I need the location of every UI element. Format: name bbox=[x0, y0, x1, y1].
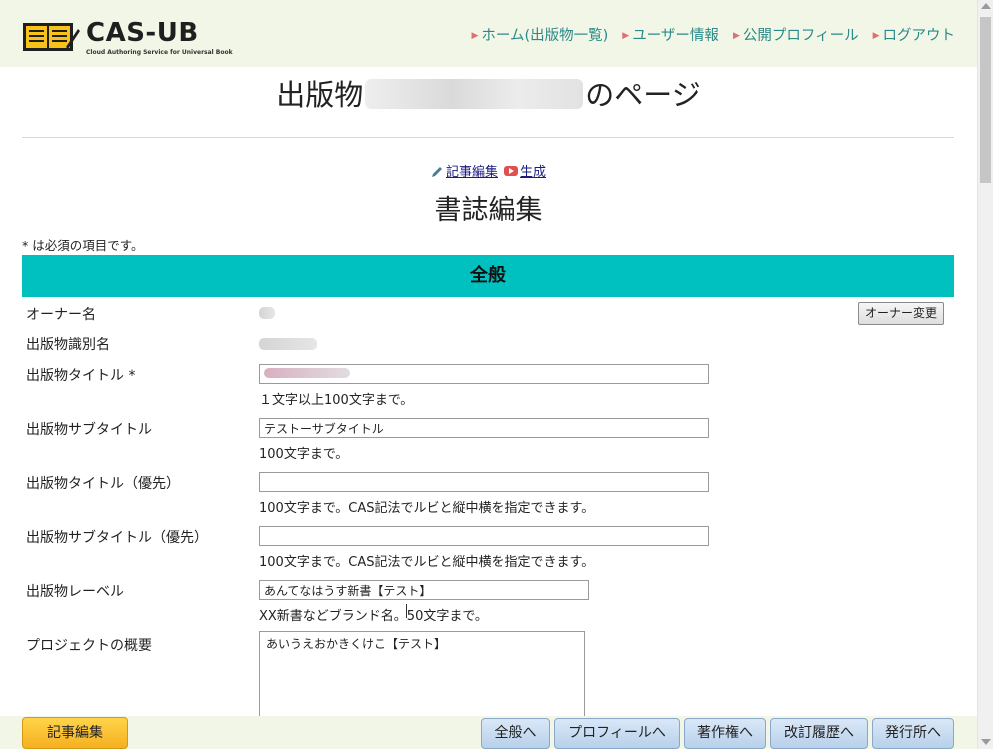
scroll-thumb[interactable] bbox=[980, 17, 991, 183]
jump-publisher-button[interactable]: 発行所へ bbox=[872, 718, 954, 749]
cas-ub-logo[interactable]: CAS-UB Cloud Authoring Service for Unive… bbox=[22, 18, 233, 58]
text-cursor-icon bbox=[406, 604, 408, 618]
general-section-header: 全般 bbox=[22, 255, 954, 297]
jump-general-button[interactable]: 全般へ bbox=[481, 718, 550, 749]
triangle-right-icon: ▶ bbox=[622, 31, 630, 41]
logo-text: CAS-UB bbox=[86, 18, 199, 48]
pencil-icon bbox=[431, 167, 442, 177]
title-hint: １文字以上100文字まで。 bbox=[259, 393, 414, 408]
section-title: 書誌編集 bbox=[434, 195, 543, 226]
subtitle-hint: 100文字まで。 bbox=[259, 447, 349, 462]
nav-logout[interactable]: ▶ ログアウト bbox=[873, 24, 955, 45]
edit-articles-button[interactable]: 記事編集 bbox=[22, 717, 128, 749]
divider bbox=[22, 137, 954, 138]
title-priority-input[interactable] bbox=[259, 472, 709, 492]
publication-label-label: 出版物レーベル bbox=[26, 584, 124, 600]
subtitle-priority-input[interactable] bbox=[259, 526, 709, 546]
vertical-scrollbar[interactable] bbox=[977, 0, 993, 749]
nav-user-info[interactable]: ▶ ユーザー情報 bbox=[622, 24, 719, 45]
nav-user-info-label: ユーザー情報 bbox=[632, 28, 719, 44]
identifier-label: 出版物識別名 bbox=[26, 337, 110, 353]
subtitle-input[interactable]: テストーサブタイトル bbox=[259, 418, 709, 438]
redacted-identifier-value bbox=[259, 338, 317, 350]
title-priority-label: 出版物タイトル（優先） bbox=[26, 476, 180, 492]
nav-public-profile-label: 公開プロフィール bbox=[742, 28, 859, 44]
scroll-down-arrow-icon[interactable] bbox=[981, 739, 991, 745]
title-priority-hint: 100文字まで。CAS記法でルビと縦中横を指定できます。 bbox=[259, 501, 595, 516]
page-title-prefix: 出版物 bbox=[276, 78, 364, 112]
scroll-up-arrow-icon[interactable] bbox=[981, 3, 991, 9]
nav-logout-label: ログアウト bbox=[882, 28, 956, 44]
book-logo-icon bbox=[23, 23, 80, 51]
footer-bar: 記事編集 全般へ プロフィールへ 著作権へ 改訂履歴へ 発行所へ bbox=[0, 716, 977, 749]
redacted-publication-name bbox=[365, 79, 584, 109]
jump-revision-history-button[interactable]: 改訂履歴へ bbox=[770, 718, 868, 749]
page-actions: 記事編集 生成 bbox=[0, 161, 977, 180]
change-owner-button[interactable]: オーナー変更 bbox=[858, 302, 944, 325]
nav-home[interactable]: ▶ ホーム(出版物一覧) bbox=[471, 24, 608, 45]
edit-articles-link[interactable]: 記事編集 bbox=[446, 165, 498, 180]
youtube-icon bbox=[504, 166, 518, 176]
nav-home-label: ホーム(出版物一覧) bbox=[481, 28, 609, 44]
jump-copyright-button[interactable]: 著作権へ bbox=[684, 718, 766, 749]
summary-label: プロジェクトの概要 bbox=[26, 638, 152, 654]
required-note: * は必須の項目です。 bbox=[22, 238, 144, 253]
top-nav: ▶ ホーム(出版物一覧) ▶ ユーザー情報 ▶ 公開プロフィール ▶ ログアウト bbox=[471, 24, 955, 45]
nav-public-profile[interactable]: ▶ 公開プロフィール bbox=[733, 24, 859, 45]
triangle-right-icon: ▶ bbox=[471, 31, 479, 41]
site-header: CAS-UB Cloud Authoring Service for Unive… bbox=[0, 0, 977, 67]
redacted-owner-value bbox=[259, 307, 275, 319]
jump-profile-button[interactable]: プロフィールへ bbox=[554, 718, 680, 749]
page-title-suffix: のページ bbox=[585, 78, 701, 112]
logo-subtitle: Cloud Authoring Service for Universal Bo… bbox=[86, 49, 233, 56]
triangle-right-icon: ▶ bbox=[872, 31, 880, 41]
redacted-title-text bbox=[264, 368, 350, 378]
publication-label-input[interactable]: あんてなはうす新書【テスト】 bbox=[259, 580, 589, 600]
page-title: 出版物 のページ bbox=[0, 72, 977, 114]
subtitle-label: 出版物サブタイトル bbox=[26, 422, 152, 438]
title-label: 出版物タイトル * bbox=[26, 368, 136, 384]
generate-link[interactable]: 生成 bbox=[520, 165, 546, 180]
owner-label: オーナー名 bbox=[26, 307, 96, 323]
publication-label-hint: XX新書などブランド名。50文字まで。 bbox=[259, 609, 488, 624]
subtitle-priority-label: 出版物サブタイトル（優先） bbox=[26, 530, 208, 546]
subtitle-priority-hint: 100文字まで。CAS記法でルビと縦中横を指定できます。 bbox=[259, 555, 595, 570]
triangle-right-icon: ▶ bbox=[732, 31, 740, 41]
